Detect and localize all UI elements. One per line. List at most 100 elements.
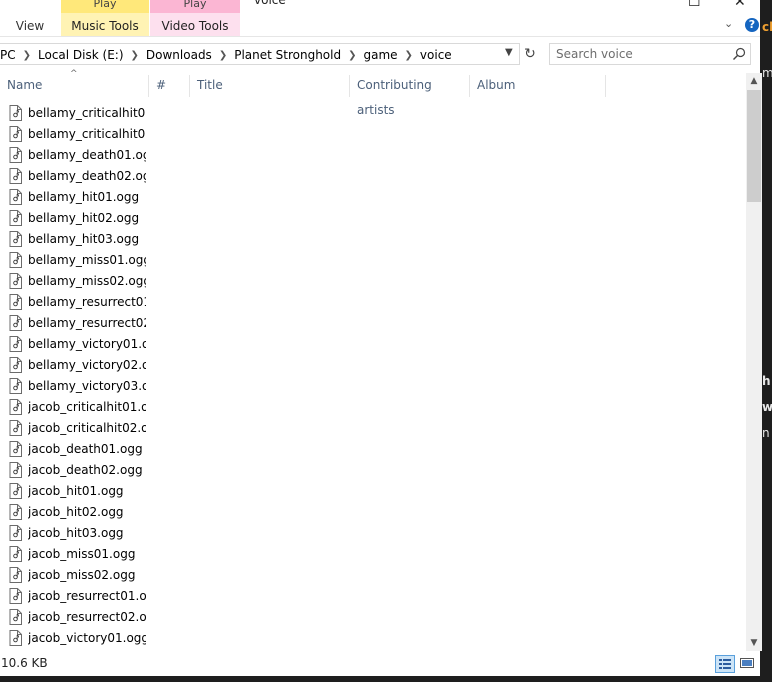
column-divider[interactable] [605,75,606,97]
file-row[interactable]: bellamy_victory02.o... [0,355,746,376]
file-row[interactable]: jacob_hit01.ogg [0,481,746,502]
file-row[interactable]: bellamy_death01.ogg [0,145,746,166]
background-text: ch [762,20,772,34]
file-name: jacob_miss01.ogg [28,547,136,561]
audio-file-icon [9,525,22,541]
file-name: jacob_victory01.ogg [28,631,146,645]
search-input[interactable] [556,46,726,62]
video-tools-group: Play Video Tools [150,0,240,36]
breadcrumb-local-disk[interactable]: Local Disk (E:) [38,48,124,62]
file-name: jacob_criticalhit02.o... [28,421,146,435]
file-row[interactable]: bellamy_resurrect02... [0,313,746,334]
audio-file-icon [9,294,22,310]
large-icons-view-button[interactable] [738,655,758,673]
breadcrumb-pc[interactable]: PC [0,48,16,62]
details-view-button[interactable] [715,655,735,673]
background-text: n [762,426,770,440]
breadcrumb: PC ❯ Local Disk (E:) ❯ Downloads ❯ Plane… [0,47,452,63]
file-name: jacob_criticalhit01.o... [28,400,146,414]
file-name: bellamy_criticalhit0... [28,106,146,120]
file-name: jacob_resurrect02.o... [28,610,146,624]
chevron-right-icon[interactable]: ❯ [23,50,31,61]
music-tools-group: Play Music Tools [61,0,149,36]
chevron-right-icon[interactable]: ❯ [131,50,139,61]
file-row[interactable]: jacob_resurrect01.o... [0,586,746,607]
chevron-right-icon[interactable]: ❯ [348,50,356,61]
maximize-icon[interactable]: ☐ [688,0,701,10]
address-dropdown-icon[interactable]: ▼ [505,47,513,58]
file-row[interactable]: jacob_death01.ogg [0,439,746,460]
file-name: bellamy_miss01.ogg [28,253,146,267]
file-row[interactable]: jacob_hit02.ogg [0,502,746,523]
file-name: bellamy_hit03.ogg [28,232,140,246]
background-text: h [762,374,771,388]
address-bar[interactable]: PC ❯ Local Disk (E:) ❯ Downloads ❯ Plane… [0,43,520,65]
audio-file-icon [9,168,22,184]
ribbon-tabs: View Play Music Tools Play Video Tools v… [0,0,760,37]
search-box[interactable] [549,43,751,65]
audio-file-icon [9,315,22,331]
tab-music-tools[interactable]: Music Tools [61,17,149,36]
file-row[interactable]: bellamy_victory01.o... [0,334,746,355]
file-row[interactable]: bellamy_death02.ogg [0,166,746,187]
file-name: bellamy_criticalhit0... [28,127,146,141]
ribbon-expand-chevron-icon[interactable]: ⌄ [724,17,733,30]
file-row[interactable]: jacob_hit03.ogg [0,523,746,544]
file-row[interactable]: jacob_resurrect02.o... [0,607,746,628]
breadcrumb-downloads[interactable]: Downloads [146,48,212,62]
audio-file-icon [9,105,22,121]
audio-file-icon [9,231,22,247]
window-bottom-edge [0,676,772,682]
audio-file-icon [9,567,22,583]
audio-file-icon [9,546,22,562]
file-name: bellamy_hit01.ogg [28,190,140,204]
file-row[interactable]: jacob_miss01.ogg [0,544,746,565]
file-row[interactable]: bellamy_hit02.ogg [0,208,746,229]
file-row[interactable]: jacob_criticalhit01.o... [0,397,746,418]
audio-file-icon [9,483,22,499]
file-row[interactable]: bellamy_criticalhit0... [0,124,746,145]
scroll-up-icon[interactable]: ▲ [746,73,762,89]
file-row[interactable]: jacob_miss02.ogg [0,565,746,586]
file-name: bellamy_hit02.ogg [28,211,140,225]
file-row[interactable]: bellamy_criticalhit0... [0,103,746,124]
column-header-contributing-artists[interactable]: Contributing artists [350,73,469,117]
breadcrumb-voice[interactable]: voice [420,48,452,62]
column-header-title[interactable]: Title [190,73,349,98]
refresh-icon[interactable]: ↻ [522,45,538,63]
file-row[interactable]: bellamy_hit03.ogg [0,229,746,250]
file-row[interactable]: jacob_death02.ogg [0,460,746,481]
scroll-down-icon[interactable]: ▼ [746,635,762,651]
audio-file-icon [9,189,22,205]
file-row[interactable]: bellamy_hit01.ogg [0,187,746,208]
column-header-album[interactable]: Album [470,73,605,98]
details-view-icon [719,659,731,669]
audio-file-icon [9,420,22,436]
file-row[interactable]: bellamy_victory03.o... [0,376,746,397]
chevron-right-icon[interactable]: ❯ [405,50,413,61]
scroll-thumb[interactable] [747,90,761,202]
file-row[interactable]: jacob_victory01.ogg [0,628,746,649]
close-icon[interactable]: ✕ [734,0,746,10]
help-icon[interactable]: ? [745,18,759,32]
file-name: jacob_hit03.ogg [28,526,124,540]
chevron-right-icon[interactable]: ❯ [219,50,227,61]
file-row[interactable]: bellamy_miss02.ogg [0,271,746,292]
file-name: bellamy_death02.ogg [28,169,146,183]
vertical-scrollbar[interactable]: ▲ ▼ [746,73,762,651]
file-row[interactable]: jacob_criticalhit02.o... [0,418,746,439]
audio-file-icon [9,588,22,604]
tab-view[interactable]: View [0,17,60,36]
file-row[interactable]: bellamy_resurrect01... [0,292,746,313]
column-header-name[interactable]: Name [0,73,148,98]
audio-file-icon [9,462,22,478]
file-row[interactable]: bellamy_miss01.ogg [0,250,746,271]
window-title: voice [254,0,286,7]
search-icon[interactable] [731,46,747,62]
column-header-number[interactable]: # [149,73,189,98]
tab-video-tools[interactable]: Video Tools [150,17,240,36]
background-text: m [762,66,772,80]
breadcrumb-game[interactable]: game [363,48,397,62]
breadcrumb-planet-stronghold[interactable]: Planet Stronghold [234,48,341,62]
file-name: jacob_miss02.ogg [28,568,136,582]
